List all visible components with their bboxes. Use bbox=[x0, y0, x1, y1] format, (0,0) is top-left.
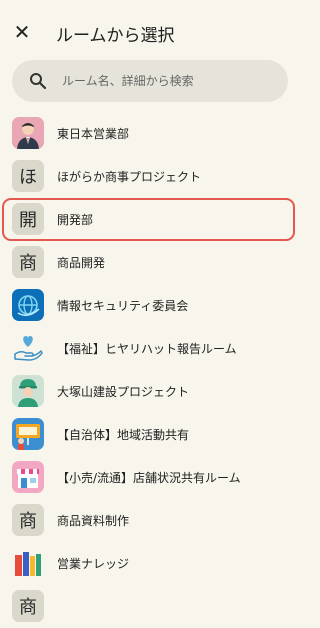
close-icon: ✕ bbox=[13, 20, 31, 44]
room-initial-avatar: 商 bbox=[12, 246, 44, 278]
room-label: 東日本営業部 bbox=[57, 127, 130, 141]
room-initial-avatar: 商 bbox=[12, 590, 44, 622]
room-label: 【自治体】地域活動共有 bbox=[57, 428, 190, 442]
room-item[interactable]: 【福祉】ヒヤリハット報告ルーム bbox=[0, 327, 300, 370]
room-label: 商品資料制作 bbox=[57, 514, 130, 528]
room-initial-avatar: 開 bbox=[12, 203, 44, 235]
room-item[interactable]: 情報セキュリティ委員会 bbox=[0, 284, 300, 327]
search-input[interactable] bbox=[60, 73, 264, 89]
room-label: 大塚山建設プロジェクト bbox=[57, 385, 190, 399]
room-item[interactable]: 【小売/流通】店舗状況共有ルーム bbox=[0, 456, 300, 499]
room-label: 商品開発 bbox=[57, 256, 106, 270]
globe-icon bbox=[12, 289, 44, 321]
app-header: ✕ ルームから選択 bbox=[0, 0, 300, 60]
room-item[interactable]: 商 商品開発 bbox=[0, 241, 300, 284]
store-icon bbox=[12, 461, 44, 493]
search-bar[interactable] bbox=[12, 60, 288, 102]
room-item[interactable]: 東日本営業部 bbox=[0, 112, 300, 155]
page-title: ルームから選択 bbox=[56, 26, 175, 46]
presentation-icon bbox=[12, 418, 44, 450]
room-initial-avatar: ほ bbox=[12, 160, 44, 192]
room-label: 【小売/流通】店舗状況共有ルーム bbox=[57, 471, 241, 485]
close-button[interactable]: ✕ bbox=[8, 18, 36, 46]
room-label: ほがらか商事プロジェクト bbox=[57, 170, 202, 184]
room-label: 営業ナレッジ bbox=[57, 557, 130, 571]
heart-hand-icon bbox=[12, 332, 44, 364]
room-label: 【福祉】ヒヤリハット報告ルーム bbox=[57, 342, 237, 356]
room-item[interactable]: 商 bbox=[0, 585, 300, 628]
room-item[interactable]: ほ ほがらか商事プロジェクト bbox=[0, 155, 300, 198]
room-label: 開発部 bbox=[57, 213, 94, 227]
room-item-selected[interactable]: 開 開発部 bbox=[0, 198, 300, 241]
room-initial-avatar: 商 bbox=[12, 504, 44, 536]
room-item[interactable]: 営業ナレッジ bbox=[0, 542, 300, 585]
room-label: 情報セキュリティ委員会 bbox=[57, 299, 189, 313]
books-icon bbox=[12, 547, 44, 579]
person-avatar-icon bbox=[12, 117, 44, 149]
worker-icon bbox=[12, 375, 44, 407]
room-item[interactable]: 大塚山建設プロジェクト bbox=[0, 370, 300, 413]
room-list: 東日本営業部 ほ ほがらか商事プロジェクト 開 開発部 商 商品開発 情報セキュ… bbox=[0, 112, 300, 628]
room-item[interactable]: 【自治体】地域活動共有 bbox=[0, 413, 300, 456]
search-icon bbox=[30, 73, 47, 90]
room-item[interactable]: 商 商品資料制作 bbox=[0, 499, 300, 542]
selection-highlight bbox=[2, 198, 295, 241]
